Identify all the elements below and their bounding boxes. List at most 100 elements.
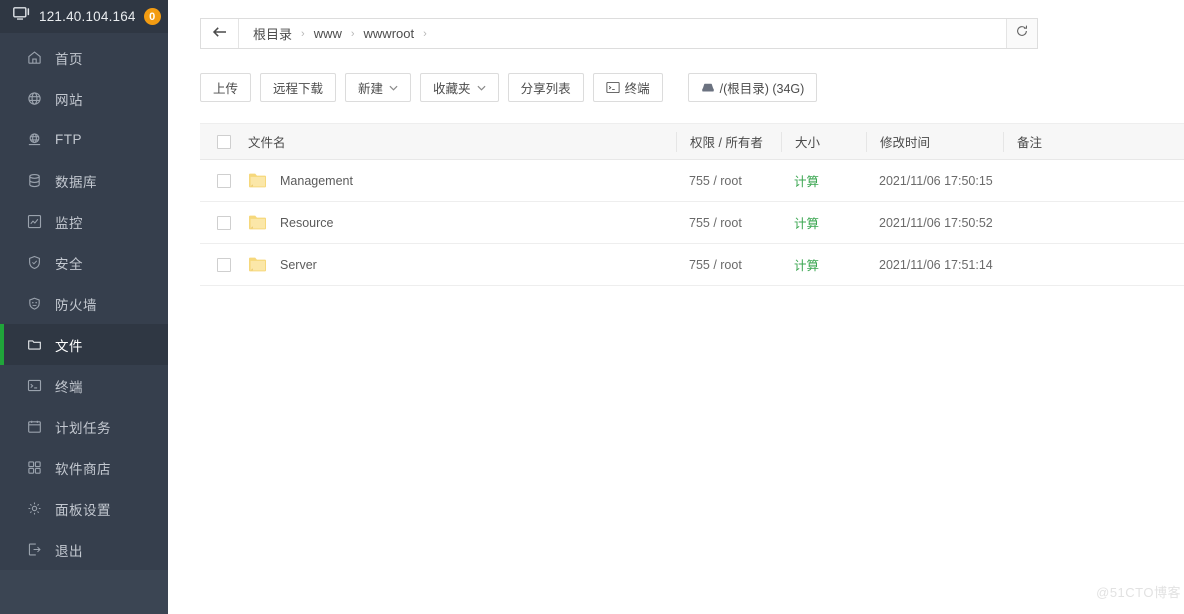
folder-icon <box>248 214 268 231</box>
sidebar-item-label: 数据库 <box>55 174 97 190</box>
logout-icon <box>26 542 42 558</box>
sidebar-item-monitor[interactable]: 监控 <box>0 201 168 242</box>
grid-icon <box>26 460 42 476</box>
row-checkbox[interactable] <box>217 173 231 188</box>
refresh-button[interactable] <box>1006 19 1037 48</box>
row-checkbox[interactable] <box>217 257 231 272</box>
file-name-cell: Management <box>248 172 676 189</box>
sidebar: 121.40.104.164 0 首页 网站 FTP 数据库 监控 安全 防火墙… <box>0 0 168 614</box>
breadcrumb-row: 根目录 › www › wwwroot › <box>200 0 1184 49</box>
file-permission[interactable]: 755 / root <box>676 174 781 188</box>
terminal-button[interactable]: 终端 <box>592 73 663 102</box>
share-list-button[interactable]: 分享列表 <box>507 73 584 102</box>
select-all-checkbox[interactable] <box>217 134 231 149</box>
sidebar-item-label: 计划任务 <box>55 420 111 436</box>
favorites-button-label: 收藏夹 <box>433 82 471 96</box>
sidebar-item-settings[interactable]: 面板设置 <box>0 488 168 529</box>
app-root: 121.40.104.164 0 首页 网站 FTP 数据库 监控 安全 防火墙… <box>0 0 1184 614</box>
sidebar-item-database[interactable]: 数据库 <box>0 160 168 201</box>
remote-download-button[interactable]: 远程下载 <box>260 73 337 102</box>
sidebar-item-ftp[interactable]: FTP <box>0 119 168 160</box>
sidebar-item-crontab[interactable]: 计划任务 <box>0 406 168 447</box>
sidebar-item-label: FTP <box>55 132 82 147</box>
upload-button-label: 上传 <box>213 82 239 96</box>
breadcrumb-path: 根目录 › www › wwwroot › <box>239 19 1006 48</box>
table-row[interactable]: Server 755 / root 计算 2021/11/06 17:51:14 <box>200 244 1184 286</box>
file-name-link[interactable]: Resource <box>280 216 334 230</box>
ftp-globe-icon <box>26 132 42 148</box>
row-select-cell <box>200 173 248 188</box>
database-icon <box>26 173 42 189</box>
terminal-icon <box>26 378 42 394</box>
file-permission[interactable]: 755 / root <box>676 258 781 272</box>
calculate-size-link[interactable]: 计算 <box>794 175 819 189</box>
sidebar-filler <box>0 570 168 614</box>
disk-icon <box>701 81 715 94</box>
favorites-button[interactable]: 收藏夹 <box>420 73 499 102</box>
chevron-down-icon <box>477 83 486 93</box>
sidebar-item-firewall[interactable]: 防火墙 <box>0 283 168 324</box>
file-size-cell: 计算 <box>781 255 866 274</box>
chevron-right-icon: › <box>423 27 427 40</box>
notification-badge[interactable]: 0 <box>143 8 161 25</box>
column-header-size[interactable]: 大小 <box>781 131 866 152</box>
back-button[interactable] <box>201 19 239 48</box>
file-name-link[interactable]: Server <box>280 258 317 272</box>
refresh-icon <box>1015 24 1029 43</box>
column-header-permission[interactable]: 权限 / 所有者 <box>676 131 781 152</box>
upload-button[interactable]: 上传 <box>200 73 252 102</box>
sidebar-item-appstore[interactable]: 软件商店 <box>0 447 168 488</box>
table-row[interactable]: Management 755 / root 计算 2021/11/06 17:5… <box>200 160 1184 202</box>
toolbar: 上传 远程下载 新建 收藏夹 分享列表 终端 /(根目录) (34G) <box>200 73 1184 102</box>
row-select-cell <box>200 257 248 272</box>
table-header-row: 文件名 权限 / 所有者 大小 修改时间 备注 <box>200 123 1184 160</box>
sidebar-item-label: 终端 <box>55 379 83 395</box>
calculate-size-link[interactable]: 计算 <box>794 259 819 273</box>
sidebar-item-label: 监控 <box>55 215 83 231</box>
gear-icon <box>26 501 42 517</box>
file-permission[interactable]: 755 / root <box>676 216 781 230</box>
sidebar-item-website[interactable]: 网站 <box>0 78 168 119</box>
breadcrumb-segment-www[interactable]: www <box>314 26 342 41</box>
file-mtime: 2021/11/06 17:50:52 <box>879 215 993 230</box>
sidebar-item-label: 防火墙 <box>55 297 97 313</box>
breadcrumb-segment-wwwroot[interactable]: wwwroot <box>364 26 415 41</box>
sidebar-item-terminal[interactable]: 终端 <box>0 365 168 406</box>
sidebar-item-home[interactable]: 首页 <box>0 37 168 78</box>
server-ip: 121.40.104.164 <box>39 9 136 24</box>
disk-usage-label: /(根目录) (34G) <box>719 82 805 96</box>
calculate-size-link[interactable]: 计算 <box>794 217 819 231</box>
firewall-icon <box>26 296 42 312</box>
sidebar-item-label: 退出 <box>55 543 83 559</box>
table-row[interactable]: Resource 755 / root 计算 2021/11/06 17:50:… <box>200 202 1184 244</box>
calendar-icon <box>26 419 42 435</box>
sidebar-item-label: 面板设置 <box>55 502 111 518</box>
chevron-down-icon <box>389 83 398 93</box>
file-name-link[interactable]: Management <box>280 174 353 188</box>
sidebar-item-security[interactable]: 安全 <box>0 242 168 283</box>
disk-usage-button[interactable]: /(根目录) (34G) <box>687 73 818 102</box>
file-name-cell: Server <box>248 256 676 273</box>
column-header-note[interactable]: 备注 <box>1003 131 1143 152</box>
chart-icon <box>26 214 42 230</box>
column-header-mtime[interactable]: 修改时间 <box>866 131 1003 152</box>
chevron-right-icon: › <box>350 27 355 40</box>
file-mtime: 2021/11/06 17:50:15 <box>879 173 993 188</box>
sidebar-item-label: 文件 <box>55 338 83 354</box>
row-checkbox[interactable] <box>217 215 231 230</box>
file-mtime: 2021/11/06 17:51:14 <box>879 257 993 272</box>
sidebar-item-files[interactable]: 文件 <box>0 324 168 365</box>
new-button-label: 新建 <box>358 82 384 96</box>
folder-icon <box>26 337 42 353</box>
watermark: @51CTO博客 <box>1096 585 1181 600</box>
sidebar-menu: 首页 网站 FTP 数据库 监控 安全 防火墙 文件 终端 计划任务 软件商店 … <box>0 33 168 570</box>
folder-icon <box>248 256 268 273</box>
sidebar-header: 121.40.104.164 0 <box>0 0 168 33</box>
terminal-button-label: 终端 <box>624 82 650 96</box>
breadcrumb-segment-root[interactable]: 根目录 <box>253 24 292 43</box>
column-header-filename[interactable]: 文件名 <box>248 132 676 151</box>
sidebar-item-label: 首页 <box>55 51 83 67</box>
new-button[interactable]: 新建 <box>345 73 412 102</box>
sidebar-item-logout[interactable]: 退出 <box>0 529 168 570</box>
remote-download-button-label: 远程下载 <box>273 82 324 96</box>
